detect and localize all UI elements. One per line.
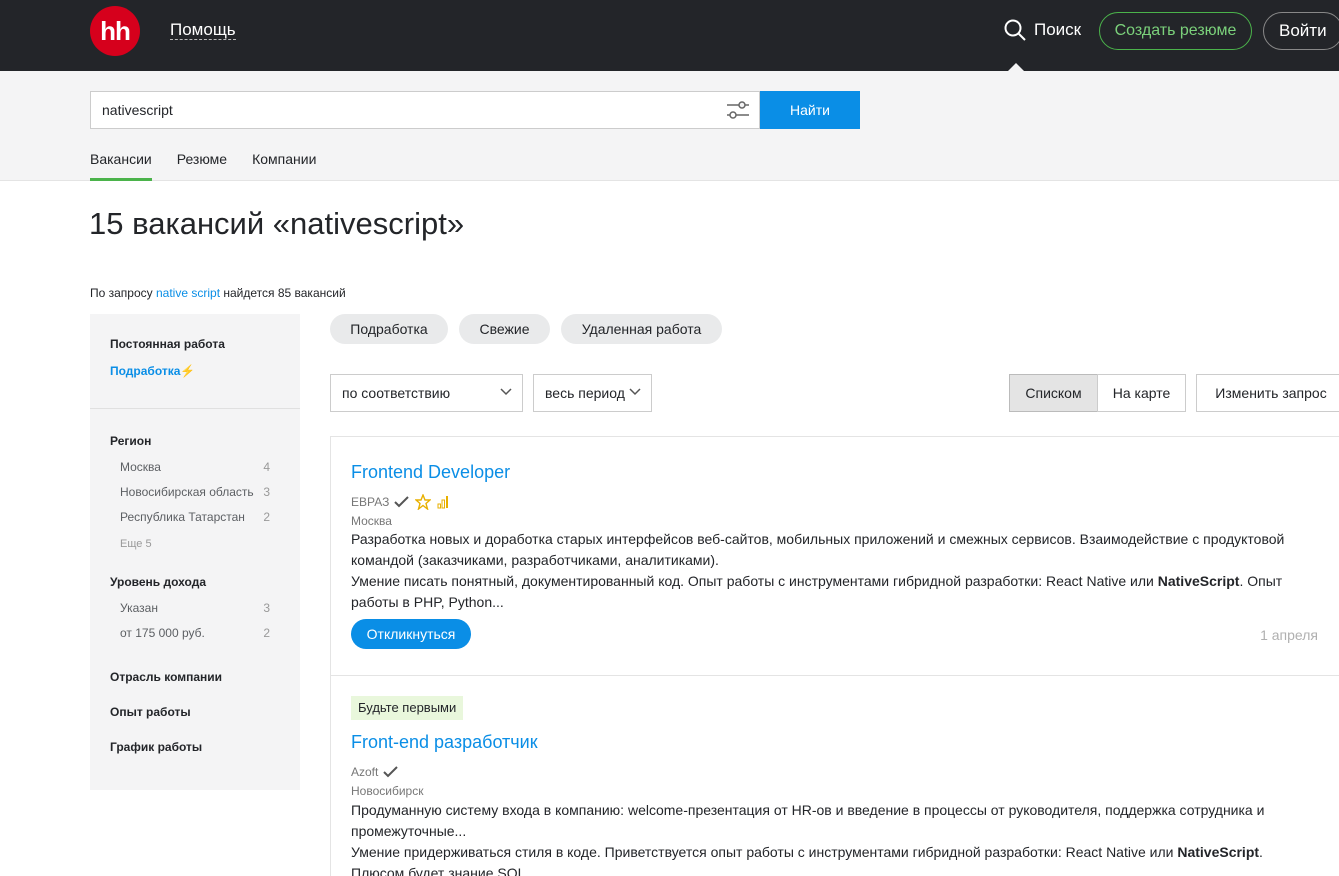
company-link[interactable]: Azoft — [351, 765, 378, 779]
vacancy-card: Будьте первыми Front-end разработчик Azo… — [330, 675, 1339, 876]
active-pointer — [1008, 63, 1024, 71]
vacancy-title-link[interactable]: Frontend Developer — [351, 462, 510, 483]
income-name: Указан — [120, 601, 158, 615]
region-count: 3 — [263, 485, 270, 499]
sort-select[interactable]: по соответствию — [330, 374, 523, 412]
vacancy-card: Frontend Developer ЕВРАЗ Москва Разработ… — [330, 436, 1339, 676]
chevron-down-icon — [629, 388, 641, 396]
verified-check-icon — [394, 496, 410, 508]
login-button[interactable]: Войти — [1263, 12, 1339, 50]
filter-part-time-label: Подработка — [110, 364, 181, 378]
search-tabs: Вакансии Резюме Компании — [90, 151, 341, 181]
vacancy-description: Продуманную систему входа в компанию: we… — [351, 802, 1265, 839]
query-suggestion-link[interactable]: native script — [156, 286, 220, 300]
chip-remote[interactable]: Удаленная работа — [561, 314, 722, 344]
rating-bars-icon — [437, 496, 449, 509]
find-button[interactable]: Найти — [760, 91, 860, 129]
vacancy-date: 1 апреля — [1260, 627, 1318, 643]
income-count: 3 — [263, 601, 270, 615]
vacancy-title-link[interactable]: Front-end разработчик — [351, 732, 538, 753]
requirements-highlight: NativeScript — [1177, 844, 1260, 860]
search-nav-link[interactable]: Поиск — [1004, 19, 1081, 41]
region-count: 4 — [263, 460, 270, 474]
vacancy-city: Москва — [351, 514, 392, 528]
apply-button[interactable]: Откликнуться — [351, 619, 471, 649]
vacancy-company: ЕВРАЗ — [351, 494, 449, 510]
star-icon — [415, 494, 432, 510]
sidebar-divider — [90, 408, 300, 409]
region-more-link[interactable]: Еще 5 — [120, 538, 152, 550]
vacancy-company: Azoft — [351, 765, 399, 779]
tab-vacancies[interactable]: Вакансии — [90, 151, 152, 181]
search-input[interactable]: nativescript — [90, 91, 760, 129]
filter-part-time[interactable]: Подработка⚡ — [110, 364, 195, 378]
help-link[interactable]: Помощь — [170, 21, 236, 40]
vacancy-requirements: Умение придерживаться стиля в коде. Прив… — [351, 842, 1301, 876]
chip-fresh[interactable]: Свежие — [459, 314, 550, 344]
query-note-prefix: По запросу — [90, 286, 156, 300]
region-count: 2 — [263, 510, 270, 524]
vacancy-requirements: Умение писать понятный, документированны… — [351, 571, 1301, 613]
page-title: 15 вакансий «nativescript» — [89, 206, 465, 241]
create-resume-button[interactable]: Создать резюме — [1099, 12, 1252, 50]
view-list-button[interactable]: Списком — [1009, 374, 1098, 412]
tab-companies[interactable]: Компании — [252, 151, 316, 181]
region-item[interactable]: Новосибирская область 3 — [120, 485, 270, 499]
filter-schedule[interactable]: График работы — [110, 740, 202, 754]
top-navbar: hh Помощь Поиск Создать резюме Войти — [0, 0, 1339, 71]
chevron-down-icon — [500, 388, 512, 396]
hh-logo[interactable]: hh — [90, 6, 140, 56]
filters-sidebar: Постоянная работа Подработка⚡ Регион Мос… — [90, 314, 300, 790]
advanced-search-icon[interactable] — [726, 100, 750, 120]
lightning-icon: ⚡ — [180, 364, 196, 378]
region-name: Республика Татарстан — [120, 510, 245, 524]
vacancy-description: Разработка новых и доработка старых инте… — [351, 531, 1285, 568]
requirements-highlight: NativeScript — [1157, 573, 1240, 589]
query-note: По запросу native script найдется 85 вак… — [90, 286, 346, 300]
income-name: от 175 000 руб. — [120, 626, 205, 640]
search-nav-label: Поиск — [1034, 20, 1082, 39]
search-panel: nativescript Найти Вакансии Резюме Компа… — [0, 71, 1339, 181]
filter-employment[interactable]: Постоянная работа — [110, 337, 225, 351]
tab-resumes[interactable]: Резюме — [177, 151, 227, 181]
be-first-badge: Будьте первыми — [351, 696, 464, 720]
edit-query-button[interactable]: Изменить запрос — [1196, 374, 1339, 412]
income-item[interactable]: Указан 3 — [120, 601, 270, 615]
income-item[interactable]: от 175 000 руб. 2 — [120, 626, 270, 640]
region-title: Регион — [110, 434, 152, 448]
sort-select-value: по соответствию — [342, 385, 451, 401]
view-map-button[interactable]: На карте — [1097, 374, 1186, 412]
region-item[interactable]: Республика Татарстан 2 — [120, 510, 270, 524]
income-title: Уровень дохода — [110, 575, 207, 589]
company-link[interactable]: ЕВРАЗ — [351, 495, 389, 509]
search-icon — [1004, 19, 1026, 41]
verified-check-icon — [383, 766, 399, 778]
query-note-suffix: найдется 85 вакансий — [220, 286, 346, 300]
period-select-value: весь период — [545, 385, 625, 401]
vacancy-city: Новосибирск — [351, 784, 424, 798]
filter-experience[interactable]: Опыт работы — [110, 705, 191, 719]
requirements-text: Умение писать понятный, документированны… — [351, 573, 1158, 589]
filter-industry[interactable]: Отрасль компании — [110, 670, 222, 684]
region-name: Москва — [120, 460, 161, 474]
region-name: Новосибирская область — [120, 485, 254, 499]
income-count: 2 — [263, 626, 270, 640]
period-select[interactable]: весь период — [533, 374, 652, 412]
chip-part-time[interactable]: Подработка — [330, 314, 448, 344]
requirements-text: Умение придерживаться стиля в коде. Прив… — [351, 844, 1178, 860]
region-item[interactable]: Москва 4 — [120, 460, 270, 474]
